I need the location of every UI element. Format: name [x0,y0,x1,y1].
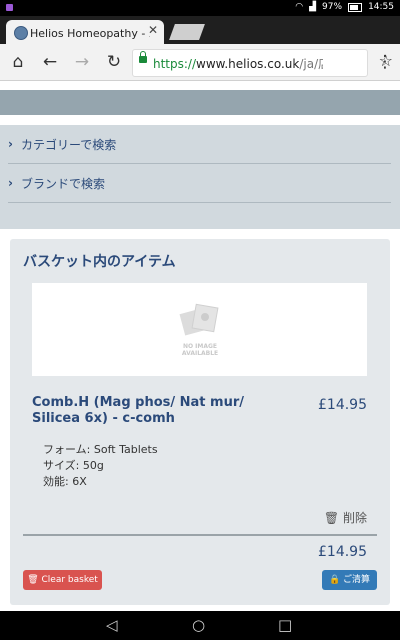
battery-percent: 97% [322,2,343,12]
product-price: £14.95 [318,397,367,413]
reload-icon[interactable]: ↻ [104,52,124,72]
new-tab-button[interactable] [169,24,205,40]
android-nav-bar: ◁ ○ □ [0,611,400,640]
image-placeholder-icon [179,303,219,336]
remove-button[interactable]: 🗑 削除 [324,509,367,526]
menu-icon[interactable]: ⋮ [375,52,395,72]
product-attributes: フォーム: Soft Tablets サイズ: 50g 効能: 6X [43,442,158,490]
back-triangle-icon[interactable]: ◁ [106,616,118,634]
status-bar: ◠ ▟ 97% 14:55 [0,0,400,16]
header-bar [0,90,400,115]
tab-title: Helios Homeopathy - バスケ [30,27,150,40]
product-image: NO IMAGE AVAILABLE [32,283,367,376]
notification-icon [6,4,13,11]
divider [23,534,377,536]
browser-tab[interactable]: Helios Homeopathy - バスケ ✕ [6,20,164,44]
chevron-right-icon: › [8,176,13,190]
search-panel: › カテゴリーで検索 › ブランドで検索 [0,125,400,229]
tab-strip: Helios Homeopathy - バスケ ✕ [0,16,400,44]
close-tab-icon[interactable]: ✕ [148,23,158,37]
basket-panel: バスケット内のアイテム NO IMAGE AVAILABLE Comb.H (M… [10,239,390,605]
favicon-icon [14,26,28,40]
search-by-category[interactable]: › カテゴリーで検索 [8,125,391,164]
recents-square-icon[interactable]: □ [278,616,292,634]
battery-icon [348,2,363,12]
forward-icon[interactable]: → [72,52,92,72]
lock-icon: 🔒 [328,575,341,585]
attribute-row: フォーム: Soft Tablets [43,443,158,456]
browser-toolbar: ⌂ ← → ↻ https://www.helios.co.uk/ja/店舗/ … [0,44,400,81]
search-category-label: カテゴリーで検索 [21,138,117,152]
back-icon[interactable]: ← [40,52,60,72]
home-circle-icon[interactable]: ○ [192,616,205,634]
checkout-button[interactable]: 🔒 ご清算 [322,570,377,590]
wifi-icon: ◠ [295,2,304,12]
address-bar[interactable]: https://www.helios.co.uk/ja/店舗/ ☆ ⤓ [132,49,393,77]
trash-icon: 🗑 [27,575,39,585]
no-image-text: NO IMAGE AVAILABLE [181,343,219,357]
lock-icon [139,51,147,63]
product-name[interactable]: Comb.H (Mag phos/ Nat mur/ Silicea 6x) -… [32,395,262,427]
clock: 14:55 [368,2,394,12]
basket-total: £14.95 [318,544,367,560]
trash-icon: 🗑 [323,511,340,525]
signal-icon: ▟ [309,2,317,12]
search-brand-label: ブランドで検索 [21,177,106,191]
web-page: › カテゴリーで検索 › ブランドで検索 バスケット内のアイテム NO IMAG… [0,81,400,611]
url-text: https://www.helios.co.uk/ja/店舗/ [153,57,323,71]
home-icon[interactable]: ⌂ [8,52,28,72]
basket-title: バスケット内のアイテム [23,254,176,270]
clear-basket-button[interactable]: 🗑 Clear basket [23,570,102,590]
search-by-brand[interactable]: › ブランドで検索 [8,164,391,203]
attribute-row: サイズ: 50g [43,459,104,472]
chevron-right-icon: › [8,137,13,151]
attribute-row: 効能: 6X [43,475,87,488]
